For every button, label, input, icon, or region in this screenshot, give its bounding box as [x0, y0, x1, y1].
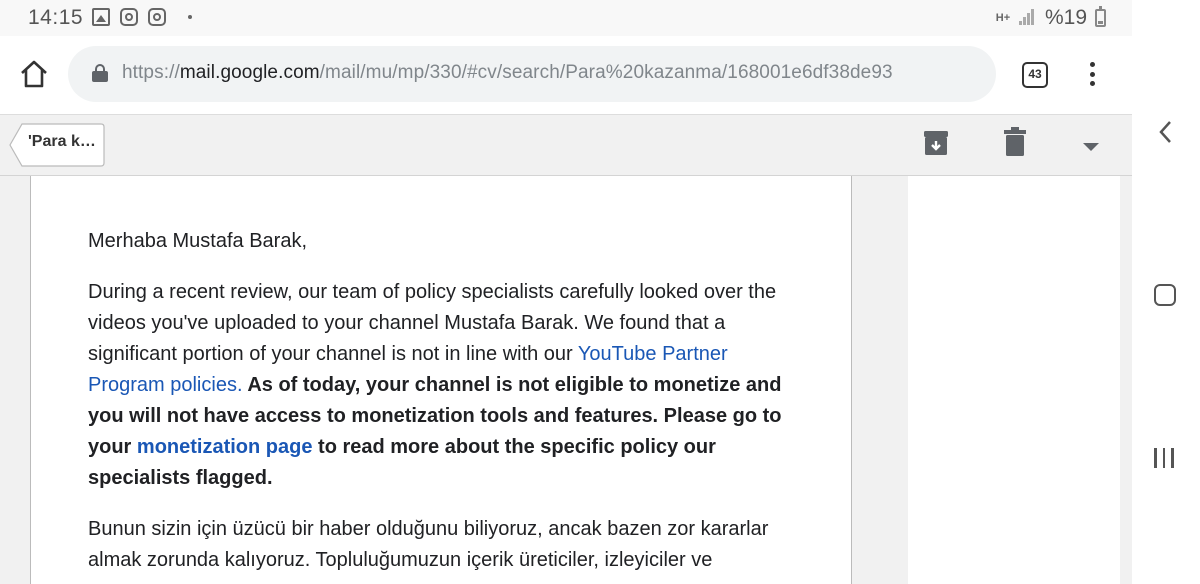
side-panel	[908, 176, 1120, 584]
back-icon	[1159, 121, 1171, 143]
archive-button[interactable]	[922, 129, 950, 157]
back-chip-label: 'Para k…	[28, 133, 96, 150]
lock-icon	[92, 64, 108, 82]
nav-home-button[interactable]	[1154, 284, 1176, 306]
gallery-icon	[92, 8, 110, 26]
more-vert-icon	[1089, 62, 1095, 67]
browser-toolbar: https://mail.google.com/mail/mu/mp/330/#…	[0, 36, 1132, 114]
back-to-search-button[interactable]: 'Para k…	[8, 123, 105, 167]
status-right: H+ %19	[995, 6, 1106, 30]
url-host: mail.google.com	[179, 62, 320, 83]
more-options-button[interactable]	[1082, 139, 1100, 151]
system-nav-bar	[1132, 0, 1200, 584]
address-bar[interactable]: https://mail.google.com/mail/mu/mp/330/#…	[68, 46, 996, 102]
status-time: 14:15	[28, 6, 84, 29]
network-type-icon: H+	[995, 12, 1011, 24]
nav-back-button[interactable]	[1156, 120, 1176, 144]
email-greeting: Merhaba Mustafa Barak,	[88, 230, 307, 252]
monetization-page-link[interactable]: monetization page	[137, 436, 313, 458]
url-scheme: https://	[122, 62, 180, 83]
nav-recents-button[interactable]	[1154, 448, 1174, 468]
url-path: /mail/mu/mp/330/#cv/search/Para%20kazanm…	[319, 62, 893, 83]
signal-icon	[1018, 9, 1037, 27]
email-paragraph-1: During a recent review, our team of poli…	[88, 277, 798, 494]
notification-icons	[92, 8, 192, 26]
dropdown-icon	[1083, 143, 1099, 151]
email-body: Merhaba Mustafa Barak, During a recent r…	[88, 226, 798, 584]
archive-icon	[924, 131, 948, 155]
url-text[interactable]: https://mail.google.com/mail/mu/mp/330/#…	[122, 62, 893, 84]
content-area: Merhaba Mustafa Barak, During a recent r…	[0, 176, 1132, 584]
instagram-icon	[120, 8, 138, 26]
delete-icon	[1004, 127, 1026, 156]
recents-icon	[1154, 448, 1157, 468]
mail-toolbar: 'Para k…	[0, 114, 1132, 176]
email-card: Merhaba Mustafa Barak, During a recent r…	[30, 176, 852, 584]
instagram-icon	[148, 8, 166, 26]
email-paragraph-2: Bunun sizin için üzücü bir haber olduğun…	[88, 518, 769, 571]
status-bar: 14:15 H+ %19	[0, 0, 1132, 36]
home-button[interactable]	[18, 58, 50, 90]
delete-button[interactable]	[1003, 127, 1027, 157]
browser-menu-button[interactable]	[1084, 58, 1100, 90]
tab-switcher-button[interactable]: 43	[1022, 62, 1048, 88]
dot-icon	[188, 15, 192, 19]
battery-percentage: %19	[1044, 6, 1087, 29]
battery-icon	[1095, 6, 1106, 27]
home-icon	[21, 60, 47, 88]
